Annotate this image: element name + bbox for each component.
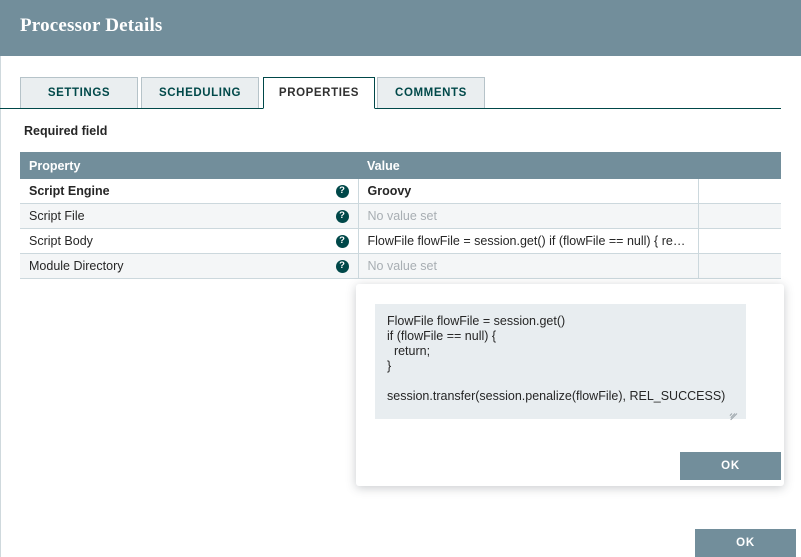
- tab-comments[interactable]: COMMENTS: [377, 77, 485, 109]
- property-name: Script File: [29, 209, 85, 223]
- column-header-property: Property: [20, 152, 358, 179]
- dialog-ok-button[interactable]: OK: [695, 529, 796, 557]
- tab-underline: [0, 108, 781, 109]
- property-cell: Script File ?: [20, 203, 358, 229]
- property-value: No value set: [367, 259, 437, 273]
- popup-ok-button[interactable]: OK: [680, 452, 781, 480]
- dialog-header: Processor Details: [0, 0, 801, 56]
- extra-cell: [697, 203, 781, 229]
- value-cell[interactable]: Groovy: [357, 179, 698, 204]
- required-field-note: Required field: [24, 124, 108, 138]
- properties-table: Property Value Script Engine ? Groovy Sc…: [20, 152, 781, 279]
- table-row[interactable]: Script File ? No value set: [20, 203, 781, 229]
- property-cell: Script Body ?: [20, 228, 358, 254]
- property-value: FlowFile flowFile = session.get() if (fl…: [367, 234, 689, 248]
- script-body-editor-popup: OK: [356, 284, 784, 486]
- extra-cell: [697, 228, 781, 254]
- value-cell[interactable]: No value set: [357, 253, 698, 279]
- table-row[interactable]: Script Engine ? Groovy: [20, 179, 781, 204]
- tab-bar: SETTINGS SCHEDULING PROPERTIES COMMENTS: [20, 77, 781, 109]
- help-icon[interactable]: ?: [335, 184, 349, 198]
- tab-scheduling[interactable]: SCHEDULING: [141, 77, 259, 109]
- table-row[interactable]: Module Directory ? No value set: [20, 253, 781, 279]
- property-name: Script Engine: [29, 184, 110, 198]
- help-icon[interactable]: ?: [335, 259, 349, 273]
- property-name: Module Directory: [29, 259, 124, 273]
- property-cell: Module Directory ?: [20, 253, 358, 279]
- extra-cell: [697, 253, 781, 279]
- table-header-row: Property Value: [20, 152, 781, 179]
- column-header-extra: [698, 152, 781, 179]
- table-row[interactable]: Script Body ? FlowFile flowFile = sessio…: [20, 228, 781, 254]
- extra-cell: [697, 179, 781, 204]
- value-cell[interactable]: FlowFile flowFile = session.get() if (fl…: [357, 228, 698, 254]
- script-body-textarea[interactable]: [375, 304, 746, 419]
- property-name: Script Body: [29, 234, 93, 248]
- help-icon[interactable]: ?: [335, 209, 349, 223]
- column-header-value: Value: [358, 152, 698, 179]
- page-title: Processor Details: [20, 15, 163, 36]
- value-cell[interactable]: No value set: [357, 203, 698, 229]
- tab-properties[interactable]: PROPERTIES: [263, 77, 375, 109]
- property-value: Groovy: [367, 184, 412, 198]
- panel-left-border: [0, 56, 1, 557]
- help-icon[interactable]: ?: [335, 234, 349, 248]
- tab-settings[interactable]: SETTINGS: [20, 77, 138, 109]
- property-value: No value set: [367, 209, 437, 223]
- property-cell: Script Engine ?: [20, 179, 358, 204]
